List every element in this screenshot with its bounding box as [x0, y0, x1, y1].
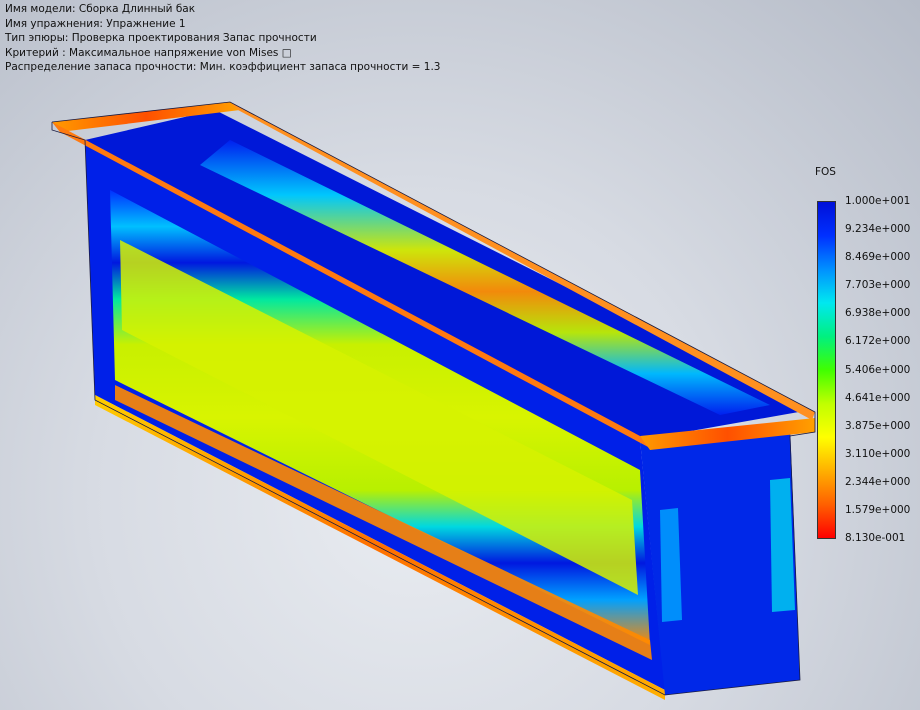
study-name-text: Имя упражнения: Упражнение 1 [5, 17, 186, 30]
legend-tick-label: 5.406e+000 [845, 363, 911, 376]
legend-tick-label: 1.579e+000 [845, 503, 911, 516]
legend-tick-label: 3.875e+000 [845, 419, 911, 432]
fea-model-viewport[interactable] [0, 0, 920, 710]
legend-tick-label: 1.000e+001 [845, 195, 911, 207]
fos-distribution-text: Распределение запаса прочности: Мин. коэ… [5, 61, 441, 74]
legend-tick-label: 8.130e-001 [845, 532, 906, 544]
study-info-panel: Имя модели: Сборка Длинный бак Имя упраж… [5, 2, 440, 75]
model-name-text: Имя модели: Сборка Длинный бак [5, 3, 196, 15]
legend-tick-label: 4.641e+000 [845, 391, 911, 404]
legend-tick-label: 9.234e+000 [845, 223, 911, 236]
legend-tick-label: 6.938e+000 [845, 307, 911, 320]
legend-tick-label: 6.172e+000 [845, 335, 911, 348]
fos-color-bar[interactable] [817, 201, 836, 539]
criterion-text: Критерий : Максимальное напряжение von M… [5, 46, 292, 59]
plot-type-text: Тип эпюры: Проверка проектирования Запас… [5, 32, 317, 45]
legend-title: FOS [815, 166, 836, 178]
legend-tick-label: 2.344e+000 [845, 475, 911, 488]
legend-tick-label: 8.469e+000 [845, 251, 911, 264]
legend-tick-label: 7.703e+000 [845, 279, 911, 292]
legend-tick-label: 3.110e+000 [845, 447, 911, 460]
